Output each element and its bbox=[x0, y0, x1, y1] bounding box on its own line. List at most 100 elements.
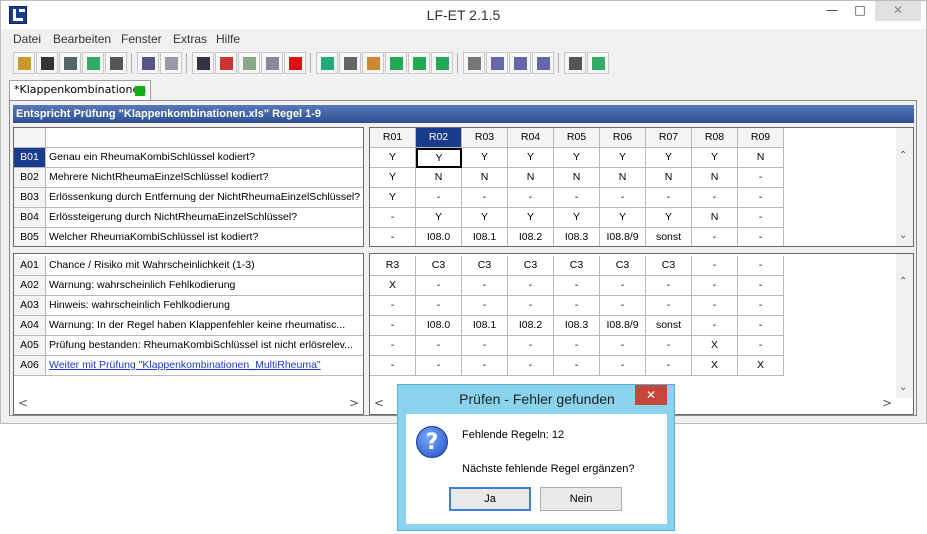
delete-button[interactable] bbox=[284, 52, 306, 74]
arrow-left-button[interactable] bbox=[509, 52, 531, 74]
rule-cell-a04-r02[interactable]: I08.0 bbox=[416, 316, 462, 336]
rule-header-r04[interactable]: R04 bbox=[508, 128, 554, 148]
rule-cell-b01-r03[interactable]: Y bbox=[462, 148, 508, 168]
rule-header-r07[interactable]: R07 bbox=[646, 128, 692, 148]
arrow-right-button[interactable] bbox=[532, 52, 554, 74]
row-text-a02[interactable]: Warnung: wahrscheinlich Fehlkodierung bbox=[46, 276, 363, 296]
rule-cell-a05-r05[interactable]: - bbox=[554, 336, 600, 356]
rule-cell-b03-r03[interactable]: - bbox=[462, 188, 508, 208]
rule-cell-b01-r06[interactable]: Y bbox=[600, 148, 646, 168]
rule-cell-a02-r06[interactable]: - bbox=[600, 276, 646, 296]
rule-cell-b04-r09[interactable]: - bbox=[738, 208, 784, 228]
grid-add-button[interactable] bbox=[408, 52, 430, 74]
arrow-up-button[interactable] bbox=[463, 52, 485, 74]
rule-cell-a02-r01[interactable]: X bbox=[370, 276, 416, 296]
tab-klappenkombinationen[interactable]: *Klappenkombinationen bbox=[9, 80, 151, 100]
rule-cell-a04-r07[interactable]: sonst bbox=[646, 316, 692, 336]
rule-cell-b01-r08[interactable]: Y bbox=[692, 148, 738, 168]
yes-button[interactable]: Ja bbox=[449, 487, 531, 511]
cut-button[interactable] bbox=[192, 52, 214, 74]
rule-cell-a04-r09[interactable]: - bbox=[738, 316, 784, 336]
insert-rule-button[interactable] bbox=[316, 52, 338, 74]
row-id-a06[interactable]: A06 bbox=[14, 356, 46, 376]
menu-hilfe[interactable]: Hilfe bbox=[216, 32, 240, 46]
rule-cell-a04-r06[interactable]: I08.8/9 bbox=[600, 316, 646, 336]
rule-cell-b05-r02[interactable]: I08.0 bbox=[416, 228, 462, 246]
row-text-a04[interactable]: Warnung: In der Regel haben Klappenfehle… bbox=[46, 316, 363, 336]
rule-cell-b02-r02[interactable]: N bbox=[416, 168, 462, 188]
row-text-a03[interactable]: Hinweis: wahrscheinlich Fehlkodierung bbox=[46, 296, 363, 316]
row-id-b02[interactable]: B02 bbox=[14, 168, 46, 188]
rule-cell-b03-r04[interactable]: - bbox=[508, 188, 554, 208]
row-text-b05[interactable]: Welcher RheumaKombiSchlüssel ist kodiert… bbox=[46, 228, 363, 246]
undo-button[interactable] bbox=[137, 52, 159, 74]
rule-cell-a06-r09[interactable]: X bbox=[738, 356, 784, 376]
rule-cell-b05-r06[interactable]: I08.8/9 bbox=[600, 228, 646, 246]
rule-cell-b04-r08[interactable]: N bbox=[692, 208, 738, 228]
rule-cell-b02-r04[interactable]: N bbox=[508, 168, 554, 188]
rule-header-r03[interactable]: R03 bbox=[462, 128, 508, 148]
rule-cell-b01-r05[interactable]: Y bbox=[554, 148, 600, 168]
row-text-b01[interactable]: Genau ein RheumaKombiSchlüssel kodiert? bbox=[46, 148, 363, 168]
rule-header-r01[interactable]: R01 bbox=[370, 128, 416, 148]
rule-cell-b05-r09[interactable]: - bbox=[738, 228, 784, 246]
scroll-down-arrow-icon[interactable]: ⌄ bbox=[899, 230, 907, 241]
rule-header-r06[interactable]: R06 bbox=[600, 128, 646, 148]
rule-cell-a04-r01[interactable]: - bbox=[370, 316, 416, 336]
menu-datei[interactable]: Datei bbox=[13, 32, 41, 46]
rule-cell-b04-r07[interactable]: Y bbox=[646, 208, 692, 228]
rule-header-r02[interactable]: R02 bbox=[416, 128, 462, 148]
row-id-b05[interactable]: B05 bbox=[14, 228, 46, 246]
rule-cell-a03-r08[interactable]: - bbox=[692, 296, 738, 316]
rule-cell-a06-r08[interactable]: X bbox=[692, 356, 738, 376]
rule-cell-b03-r08[interactable]: - bbox=[692, 188, 738, 208]
rule-cell-b01-r04[interactable]: Y bbox=[508, 148, 554, 168]
row-id-a02[interactable]: A02 bbox=[14, 276, 46, 296]
rule-header-r09[interactable]: R09 bbox=[738, 128, 784, 148]
rule-cell-a04-r05[interactable]: I08.3 bbox=[554, 316, 600, 336]
rule-cell-b03-r01[interactable]: Y bbox=[370, 188, 416, 208]
rule-cell-b05-r05[interactable]: I08.3 bbox=[554, 228, 600, 246]
rule-cell-b05-r07[interactable]: sonst bbox=[646, 228, 692, 246]
rule-cell-a06-r05[interactable]: - bbox=[554, 356, 600, 376]
minimize-button[interactable]: — bbox=[819, 1, 845, 21]
vertical-scrollbar[interactable]: ⌃ ⌄ bbox=[896, 128, 913, 246]
rule-cell-a02-r09[interactable]: - bbox=[738, 276, 784, 296]
scroll-left-arrow-icon[interactable]: < bbox=[18, 396, 28, 410]
rule-cell-a05-r02[interactable]: - bbox=[416, 336, 462, 356]
rule-cell-a06-r07[interactable]: - bbox=[646, 356, 692, 376]
close-button[interactable]: ✕ bbox=[875, 1, 921, 21]
menu-extras[interactable]: Extras bbox=[173, 32, 207, 46]
rule-cell-a03-r04[interactable]: - bbox=[508, 296, 554, 316]
rule-cell-b01-r09[interactable]: N bbox=[738, 148, 784, 168]
rule-cell-b03-r07[interactable]: - bbox=[646, 188, 692, 208]
row-id-a03[interactable]: A03 bbox=[14, 296, 46, 316]
scroll-left-arrow-icon[interactable]: < bbox=[374, 396, 384, 410]
rule-cell-b02-r03[interactable]: N bbox=[462, 168, 508, 188]
row-text-a01[interactable]: Chance / Risiko mit Wahrscheinlichkeit (… bbox=[46, 256, 363, 276]
redo-button[interactable] bbox=[160, 52, 182, 74]
menu-fenster[interactable]: Fenster bbox=[121, 32, 162, 46]
rule-cell-a01-r06[interactable]: C3 bbox=[600, 256, 646, 276]
rule-cell-a06-r01[interactable]: - bbox=[370, 356, 416, 376]
scroll-up-arrow-icon[interactable]: ⌃ bbox=[899, 150, 907, 161]
rule-cell-b02-r08[interactable]: N bbox=[692, 168, 738, 188]
row-id-b03[interactable]: B03 bbox=[14, 188, 46, 208]
rule-cell-a03-r01[interactable]: - bbox=[370, 296, 416, 316]
rule-cell-b02-r01[interactable]: Y bbox=[370, 168, 416, 188]
row-id-a01[interactable]: A01 bbox=[14, 256, 46, 276]
rule-cell-b04-r01[interactable]: - bbox=[370, 208, 416, 228]
save-button[interactable] bbox=[36, 52, 58, 74]
rule-cell-b03-r05[interactable]: - bbox=[554, 188, 600, 208]
arrow-down-button[interactable] bbox=[486, 52, 508, 74]
rule-cell-a06-r02[interactable]: - bbox=[416, 356, 462, 376]
rule-cell-b03-r09[interactable]: - bbox=[738, 188, 784, 208]
rule-cell-a05-r03[interactable]: - bbox=[462, 336, 508, 356]
rule-cell-b02-r07[interactable]: N bbox=[646, 168, 692, 188]
rule-cell-a02-r03[interactable]: - bbox=[462, 276, 508, 296]
row-text-b04[interactable]: Erlössteigerung durch NichtRheumaEinzelS… bbox=[46, 208, 363, 228]
rule-cell-b04-r03[interactable]: Y bbox=[462, 208, 508, 228]
rule-cell-a05-r04[interactable]: - bbox=[508, 336, 554, 356]
rule-cell-a06-r04[interactable]: - bbox=[508, 356, 554, 376]
rule-cell-a01-r05[interactable]: C3 bbox=[554, 256, 600, 276]
